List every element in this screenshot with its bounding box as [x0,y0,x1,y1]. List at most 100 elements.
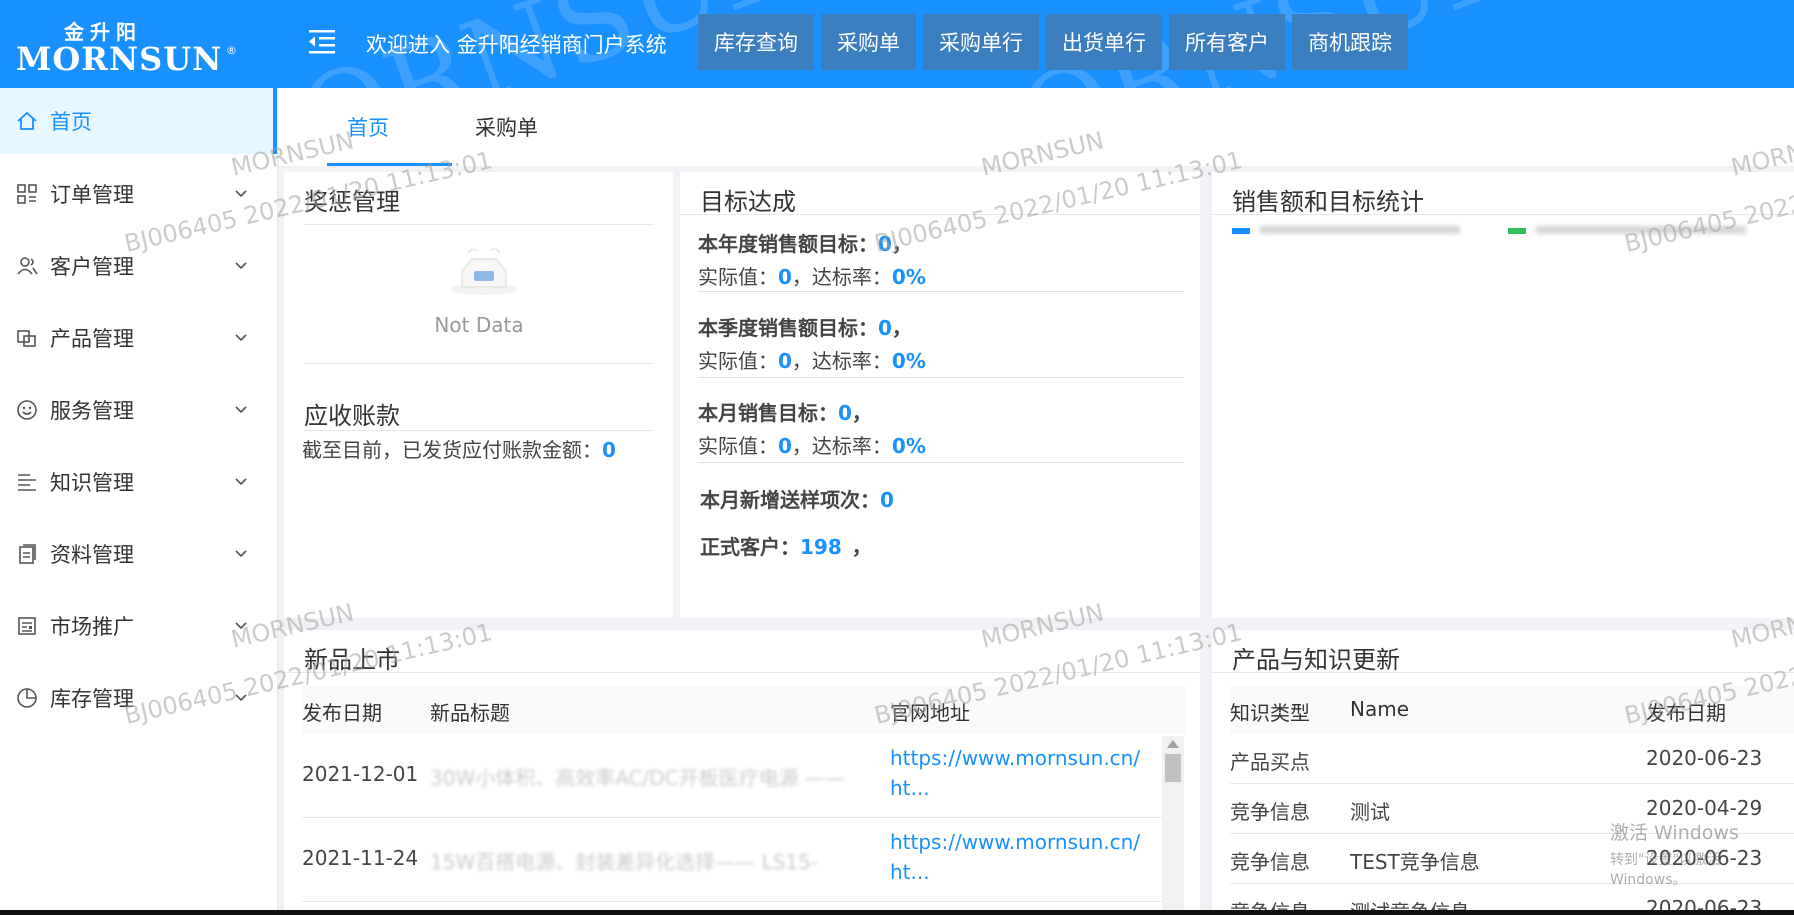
chevron-down-icon [231,544,251,564]
sidebar-item-marketing[interactable]: 市场推广 [0,590,277,662]
receivables-value: 0 [602,438,616,462]
sales-stats-card: 销售额和目标统计 [1212,172,1794,618]
sales-stats-title: 销售额和目标统计 [1232,188,1424,216]
home-icon [14,108,40,134]
rewards-title: 奖惩管理 [304,188,400,216]
product-link-more[interactable]: ht... [890,776,930,800]
column-header: 发布日期 [302,701,382,725]
sidebar-item-home[interactable]: 首页 [0,88,277,154]
samples-line: 本月新增送样项次：0 [700,484,894,513]
annual-goal-value: 0 [878,232,892,256]
quarter-goal: 本季度销售额目标：0， 实际值：0，达标率：0% [698,312,1184,378]
knowledge-name: 测试 [1350,800,1390,824]
quarter-rate-value: 0% [891,349,926,373]
quarter-goal-line: 本季度销售额目标：0， [698,312,1184,341]
table-scrollbar[interactable] [1162,736,1184,915]
product-link[interactable]: https://www.mornsun.cn/ [890,830,1140,854]
chevron-down-icon [231,472,251,492]
product-link-more[interactable]: ht... [890,860,930,884]
annual-comma: ， [891,232,912,256]
knowledge-name: TEST竞争信息 [1350,850,1480,874]
quarter-goal-label: 本季度销售额目标： [698,316,878,340]
taskbar-edge [0,910,1794,915]
menu-collapse-icon[interactable] [305,24,339,58]
sidebar-item-knowledge[interactable]: 知识管理 [0,446,277,518]
month-goal-line: 本月销售目标：0， [698,397,1184,426]
samples-value: 0 [880,488,894,512]
sidebar-item-label: 服务管理 [50,399,134,423]
annual-goal-label: 本年度销售额目标： [698,232,878,256]
customer-icon [14,253,40,279]
sidebar-item-label: 资料管理 [50,543,134,567]
month-rate-value: 0% [891,434,926,458]
sidebar-item-label: 市场推广 [50,615,134,639]
sidebar-item-label: 首页 [50,110,92,134]
sidebar-item-service[interactable]: 服务管理 [0,374,277,446]
product-title: 15W百搭电源、封装差异化选择—— LS15- [430,850,819,874]
product-link[interactable]: https://www.mornsun.cn/ [890,746,1140,770]
logo-en: MORNSUN [16,40,223,78]
column-header: Name [1350,697,1410,721]
table-row[interactable]: 产品买点 2020-06-23 [1230,734,1794,784]
nav-opportunity-tracking-button[interactable]: 商机跟踪 [1292,14,1408,70]
document-icon [14,541,40,567]
quarter-rate-label: 达标率： [811,349,892,373]
table-row[interactable]: 2021-11-24 15W百搭电源、封装差异化选择—— LS15- https… [302,818,1166,902]
divider [284,672,1200,673]
knowledge-date: 2020-06-23 [1646,746,1763,770]
quarter-actual-value: 0 [778,349,792,373]
tab-home[interactable]: 首页 [347,112,389,142]
chevron-down-icon [231,616,251,636]
chevron-down-icon [231,688,251,708]
welcome-text: 欢迎进入 金升阳经销商门户系统 [366,33,667,57]
table-row[interactable]: 2021-12-01 30W小体积、高效率AC/DC开板医疗电源 —— http… [302,734,1166,818]
table-row[interactable]: 竞争信息 TEST竞争信息 2020-06-23 [1230,834,1794,884]
quarter-goal-value: 0 [878,316,892,340]
month-actual-comma: ， [791,434,812,458]
legend-series2-label [1536,226,1746,234]
goals-card: 目标达成 本年度销售额目标：0， 实际值：0，达标率：0% 本季度销售额目标：0… [680,172,1200,618]
sidebar-item-inventory[interactable]: 库存管理 [0,662,277,734]
nav-purchase-order-button[interactable]: 采购单 [821,14,916,70]
knowledge-date: 2020-04-29 [1646,796,1763,820]
sidebar-item-products[interactable]: 产品管理 [0,302,277,374]
page-tabs: 首页 采购单 [279,88,1794,166]
nav-inventory-query-button[interactable]: 库存查询 [698,14,814,70]
knowledge-type: 产品买点 [1230,750,1310,774]
sidebar-item-customers[interactable]: 客户管理 [0,230,277,302]
chevron-down-icon [231,328,251,348]
legend-series2-swatch [1508,228,1526,234]
chevron-down-icon [231,400,251,420]
product-date: 2021-11-24 [302,846,419,870]
new-products-title: 新品上市 [304,646,400,674]
tab-purchase-order[interactable]: 采购单 [475,112,538,142]
divider [1212,214,1794,215]
service-icon [14,397,40,423]
divider [1212,672,1794,673]
nav-all-customers-button[interactable]: 所有客户 [1169,14,1285,70]
month-goal-value: 0 [838,401,852,425]
sidebar-item-documents[interactable]: 资料管理 [0,518,277,590]
annual-rate-label: 达标率： [811,265,892,289]
empty-box-icon [444,243,524,299]
sidebar-item-orders[interactable]: 订单管理 [0,158,277,230]
logo-registered-mark: ® [226,44,237,57]
nav-shipment-line-button[interactable]: 出货单行 [1046,14,1162,70]
active-tab-indicator [327,163,452,166]
scroll-thumb[interactable] [1165,754,1181,782]
divider [680,214,1200,215]
scroll-up-arrow-icon[interactable] [1167,740,1179,748]
nav-purchase-order-line-button[interactable]: 采购单行 [923,14,1039,70]
month-actual-value: 0 [778,434,792,458]
month-comma: ， [851,401,872,425]
annual-goal-line: 本年度销售额目标：0， [698,228,1184,257]
annual-actual-value: 0 [778,265,792,289]
goals-title: 目标达成 [700,188,796,216]
samples-label: 本月新增送样项次： [700,488,880,512]
quarter-comma: ， [891,316,912,340]
table-row[interactable]: 竞争信息 测试 2020-04-29 [1230,784,1794,834]
logo[interactable]: 金升阳 MORNSUN ® [14,12,244,78]
month-rate-label: 达标率： [811,434,892,458]
quarter-actual-line: 实际值：0，达标率：0% [698,345,1184,374]
customers-comma: ， [851,535,872,559]
